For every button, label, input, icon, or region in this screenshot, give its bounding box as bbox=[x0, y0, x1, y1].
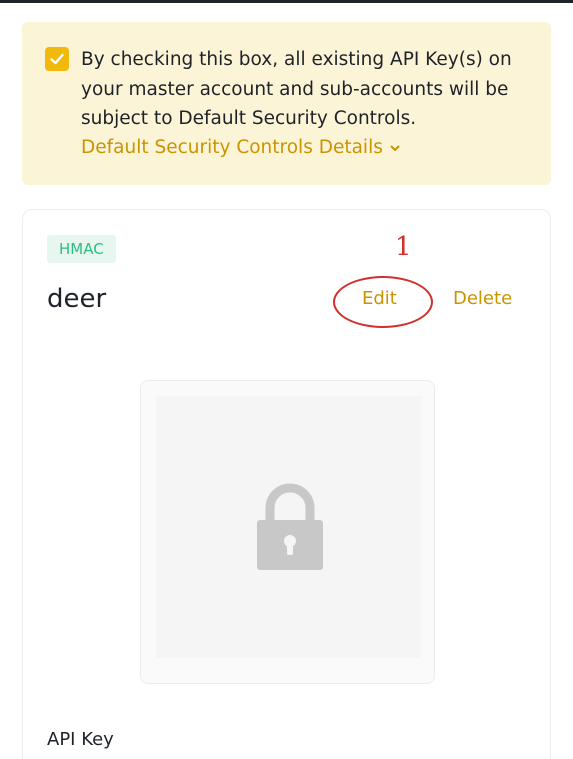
security-details-label: Default Security Controls Details bbox=[81, 137, 383, 158]
qr-code-placeholder bbox=[140, 380, 435, 684]
security-controls-notice: By checking this box, all existing API K… bbox=[22, 22, 551, 185]
delete-button[interactable]: Delete bbox=[453, 287, 512, 311]
notice-text: By checking this box, all existing API K… bbox=[81, 49, 512, 129]
qr-code-area bbox=[156, 396, 421, 658]
annotation-number: 1 bbox=[395, 232, 412, 262]
lock-icon bbox=[257, 483, 323, 570]
api-key-card: HMAC 1 deer Edit Delete API Key bbox=[22, 209, 551, 759]
default-security-checkbox[interactable] bbox=[45, 47, 69, 71]
top-divider bbox=[0, 0, 573, 3]
edit-button[interactable]: Edit bbox=[362, 287, 397, 311]
security-details-link[interactable]: Default Security Controls Details bbox=[81, 133, 401, 163]
key-type-badge: HMAC bbox=[47, 235, 116, 263]
api-key-name: deer bbox=[47, 284, 107, 314]
api-key-label: API Key bbox=[47, 729, 114, 750]
chevron-down-icon bbox=[390, 145, 400, 151]
checkmark-icon bbox=[50, 53, 64, 65]
